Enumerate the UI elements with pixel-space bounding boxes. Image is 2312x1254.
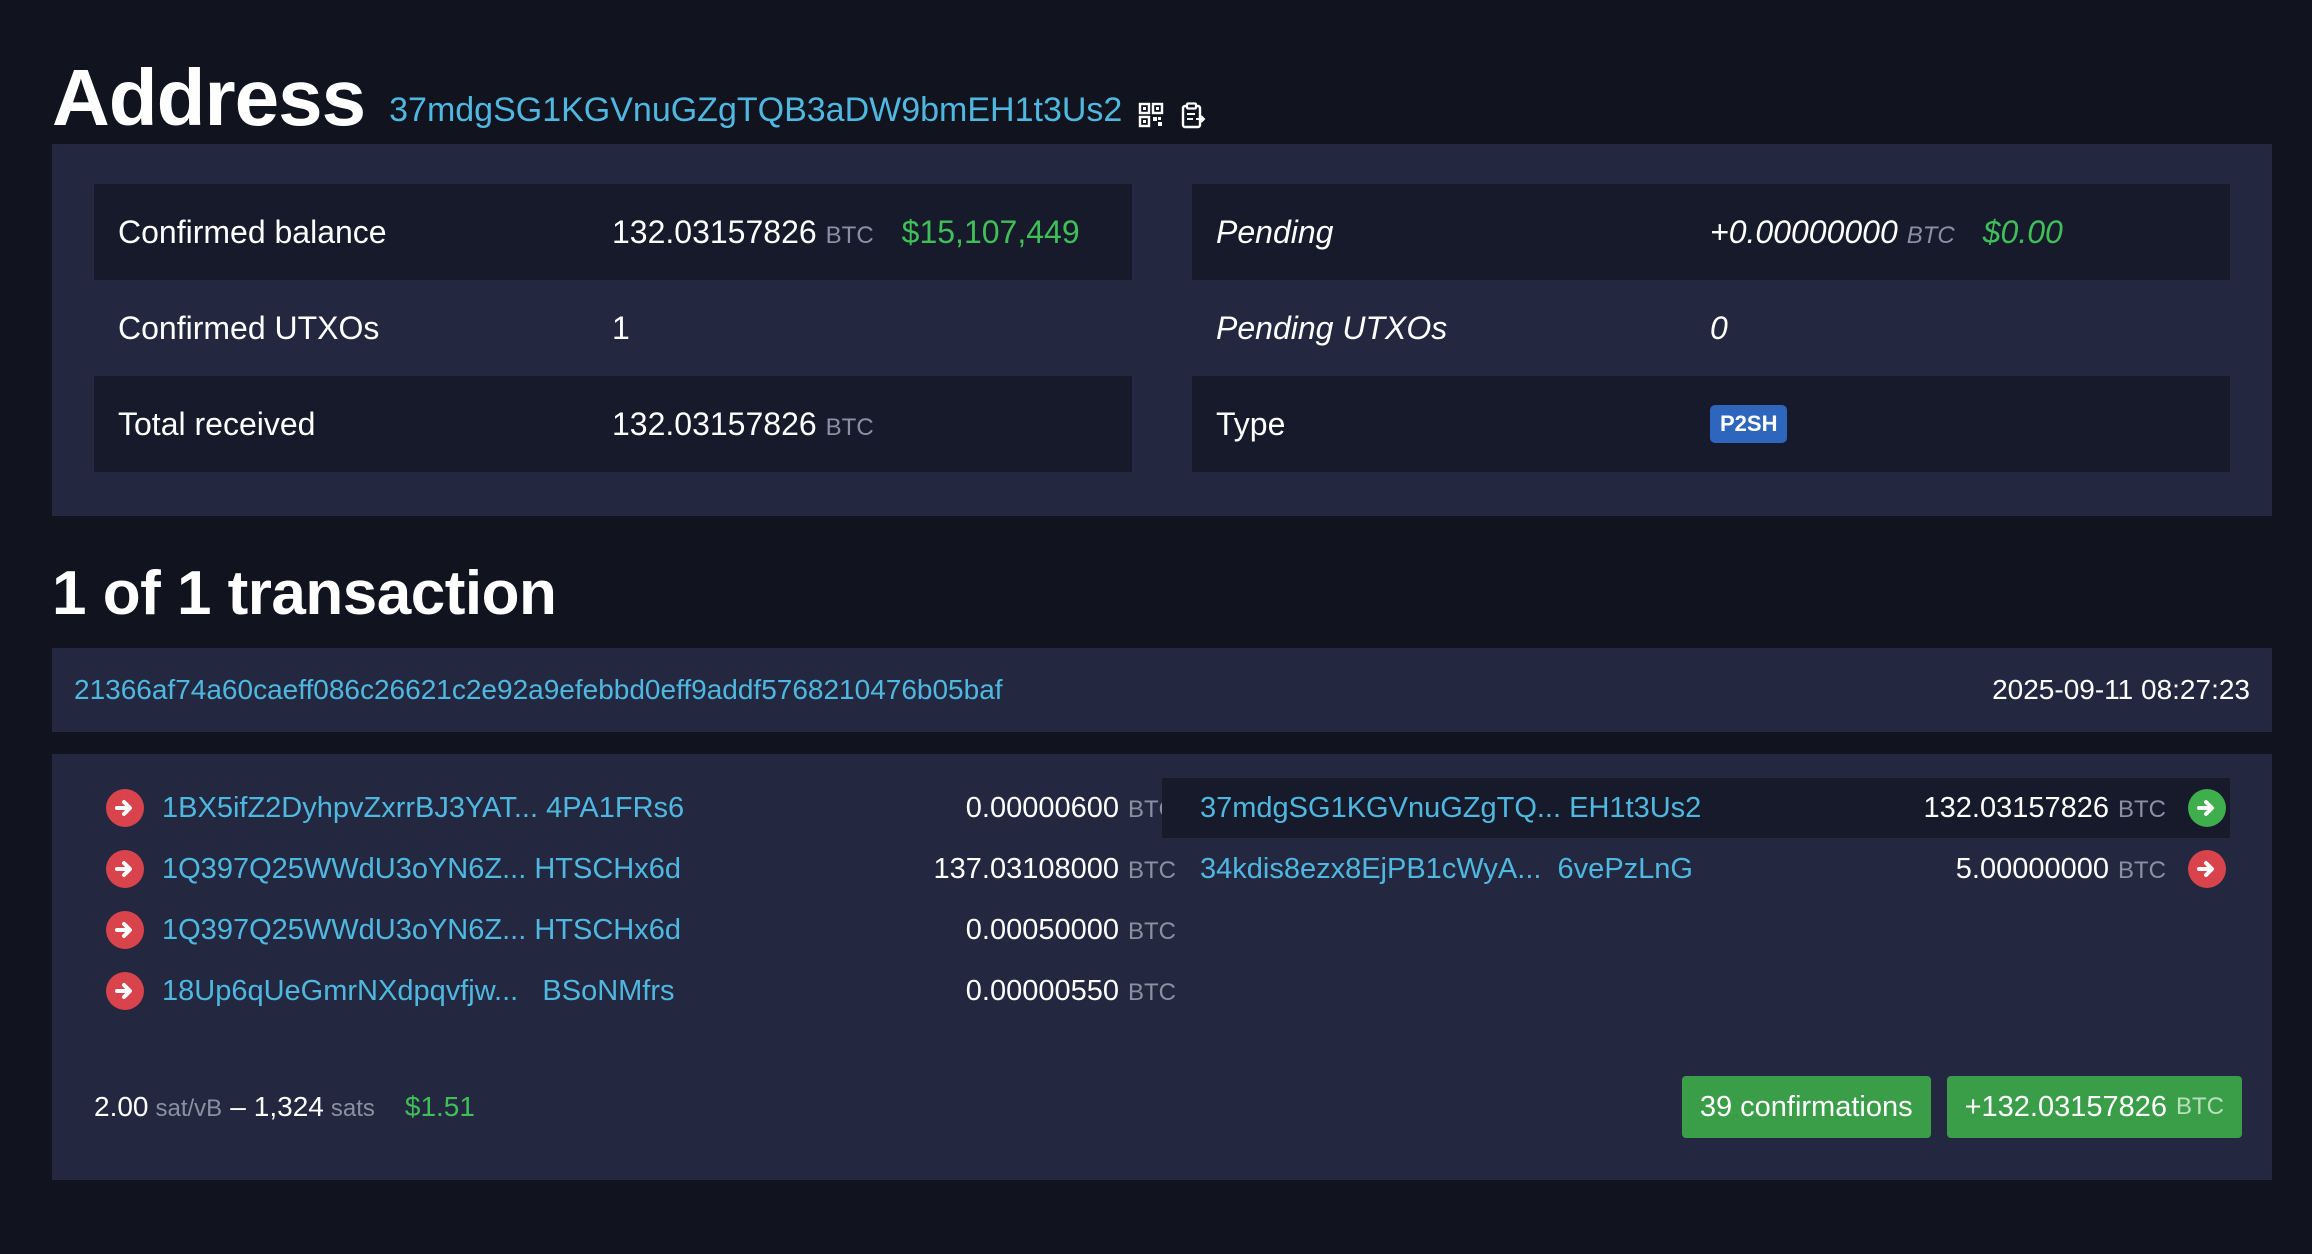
output-amount-unit: BTC: [2118, 856, 2166, 884]
output-amount-unit: BTC: [2118, 795, 2166, 823]
summary-pending-table: Pending +0.00000000 BTC $0.00 Pending UT…: [1192, 184, 2230, 472]
input-amount: 0.00000550 BTC: [966, 975, 1176, 1008]
pending-fiat: $0.00: [1982, 213, 2063, 250]
confirmed-balance-amount: 132.03157826: [612, 213, 817, 250]
input-row: 18Up6qUeGmrNXdpqvfjw... BSoNMfrs 0.00000…: [106, 961, 1176, 1021]
summary-confirmed-table: Confirmed balance 132.03157826 BTC $15,1…: [94, 184, 1132, 472]
page-header: Address 37mdgSG1KGVnuGZgTQB3aDW9bmEH1t3U…: [52, 38, 1206, 138]
input-address-link[interactable]: 18Up6qUeGmrNXdpqvfjw... BSoNMfrs: [162, 975, 966, 1008]
clipboard-copy-icon[interactable]: [1180, 102, 1206, 129]
input-row: 1Q397Q25WWdU3oYN6Z... HTSCHx6d 0.0005000…: [106, 900, 1176, 960]
confirmations-button[interactable]: 39 confirmations: [1681, 1076, 1931, 1138]
input-amount-unit: BTC: [1128, 917, 1176, 945]
address-link[interactable]: 37mdgSG1KGVnuGZgTQB3aDW9bmEH1t3Us2: [389, 91, 1122, 130]
input-amount-value: 0.00000600: [965, 791, 1119, 824]
output-address-link[interactable]: 37mdgSG1KGVnuGZgTQ... EH1t3Us2: [1200, 792, 1924, 825]
arrow-right-circle-green-icon[interactable]: [2188, 789, 2226, 827]
transaction-body: 1BX5ifZ2DyhpvZxrrBJ3YAT... 4PA1FRs6 0.00…: [52, 754, 2272, 1180]
arrow-right-circle-red-icon[interactable]: [106, 972, 144, 1010]
pending-utxos-label: Pending UTXOs: [1216, 309, 1448, 346]
output-row: 34kdis8ezx8EjPB1cWyA... 6vePzLnG 5.00000…: [1162, 839, 2230, 899]
pending-unit: BTC: [1906, 221, 1955, 249]
type-value: P2SH: [1710, 405, 1788, 443]
confirmed-balance-fiat: $15,107,449: [901, 213, 1080, 250]
input-amount: 0.00050000 BTC: [966, 914, 1176, 947]
input-amount-value: 0.00000550: [965, 974, 1119, 1007]
input-address-link[interactable]: 1BX5ifZ2DyhpvZxrrBJ3YAT... 4PA1FRs6: [162, 792, 966, 825]
transaction-timestamp: 2025-09-11 08:27:23: [1992, 674, 2250, 705]
net-amount-button[interactable]: +132.03157826 BTC: [1946, 1076, 2242, 1138]
output-amount-value: 5.00000000: [1955, 852, 2109, 885]
fee-rate-unit: sat/vB: [155, 1095, 223, 1122]
address-summary-panel: Confirmed balance 132.03157826 BTC $15,1…: [52, 144, 2272, 516]
arrow-right-circle-red-icon[interactable]: [106, 789, 144, 827]
pending-utxos-row: Pending UTXOs 0: [1192, 280, 2230, 376]
fee-rate: 2.00: [94, 1091, 149, 1122]
fee-info: 2.00 sat/vB – 1,324 sats $1.51: [94, 1091, 475, 1123]
confirmed-utxos-label: Confirmed UTXOs: [118, 309, 380, 346]
output-row: 37mdgSG1KGVnuGZgTQ... EH1t3Us2 132.03157…: [1162, 778, 2230, 838]
input-row: 1Q397Q25WWdU3oYN6Z... HTSCHx6d 137.03108…: [106, 839, 1176, 899]
confirmed-utxos-row: Confirmed UTXOs 1: [94, 280, 1132, 376]
transaction-footer: 2.00 sat/vB – 1,324 sats $1.51 39 confir…: [94, 1076, 2242, 1138]
fee-separator: –: [230, 1091, 246, 1122]
fee-sats: 1,324: [253, 1091, 324, 1122]
pending-value: +0.00000000 BTC $0.00: [1710, 214, 2063, 251]
confirmed-balance-value: 132.03157826 BTC $15,107,449: [612, 214, 1080, 251]
pending-row: Pending +0.00000000 BTC $0.00: [1192, 184, 2230, 280]
txid-link[interactable]: 21366af74a60caeff086c26621c2e92a9efebbd0…: [74, 674, 1003, 706]
net-amount-unit: BTC: [2176, 1093, 2224, 1120]
type-row: Type P2SH: [1192, 376, 2230, 472]
confirmed-balance-unit: BTC: [825, 221, 874, 249]
input-amount: 0.00000600 BTC: [966, 792, 1176, 825]
input-amount: 137.03108000 BTC: [934, 853, 1176, 886]
input-row: 1BX5ifZ2DyhpvZxrrBJ3YAT... 4PA1FRs6 0.00…: [106, 778, 1176, 838]
input-amount-unit: BTC: [1128, 978, 1176, 1006]
type-label: Type: [1216, 405, 1286, 442]
confirmed-balance-row: Confirmed balance 132.03157826 BTC $15,1…: [94, 184, 1132, 280]
total-received-unit: BTC: [825, 413, 874, 441]
transactions-heading: 1 of 1 transaction: [52, 559, 557, 628]
confirmed-balance-label: Confirmed balance: [118, 213, 387, 250]
input-address-link[interactable]: 1Q397Q25WWdU3oYN6Z... HTSCHx6d: [162, 914, 966, 947]
total-received-value: 132.03157826 BTC: [612, 406, 874, 443]
net-amount-value: +132.03157826: [1964, 1090, 2167, 1123]
input-address-link[interactable]: 1Q397Q25WWdU3oYN6Z... HTSCHx6d: [162, 853, 934, 886]
page-title: Address: [52, 53, 366, 142]
pending-amount: +0.00000000: [1710, 213, 1898, 250]
output-address-link[interactable]: 34kdis8ezx8EjPB1cWyA... 6vePzLnG: [1200, 853, 1956, 886]
transaction-status-buttons: 39 confirmations +132.03157826 BTC: [1681, 1076, 2242, 1138]
total-received-label: Total received: [118, 405, 316, 442]
total-received-amount: 132.03157826: [612, 405, 817, 442]
confirmed-utxos-value: 1: [612, 309, 630, 346]
pending-label: Pending: [1216, 213, 1334, 250]
pending-utxos-value: 0: [1710, 309, 1728, 346]
fee-sats-unit: sats: [330, 1095, 375, 1122]
transaction-header: 21366af74a60caeff086c26621c2e92a9efebbd0…: [52, 648, 2272, 732]
qr-code-icon[interactable]: [1138, 102, 1164, 128]
total-received-row: Total received 132.03157826 BTC: [94, 376, 1132, 472]
arrow-right-circle-red-icon[interactable]: [106, 911, 144, 949]
input-amount-value: 0.00050000: [965, 913, 1119, 946]
fee-fiat: $1.51: [404, 1091, 475, 1122]
output-amount: 132.03157826 BTC: [1924, 792, 2166, 825]
output-amount-value: 132.03157826: [1923, 791, 2109, 824]
arrow-right-circle-red-icon[interactable]: [2188, 850, 2226, 888]
input-amount-value: 137.03108000: [933, 852, 1119, 885]
address-type-badge: P2SH: [1710, 405, 1788, 443]
arrow-right-circle-red-icon[interactable]: [106, 850, 144, 888]
output-amount: 5.00000000 BTC: [1956, 853, 2166, 886]
